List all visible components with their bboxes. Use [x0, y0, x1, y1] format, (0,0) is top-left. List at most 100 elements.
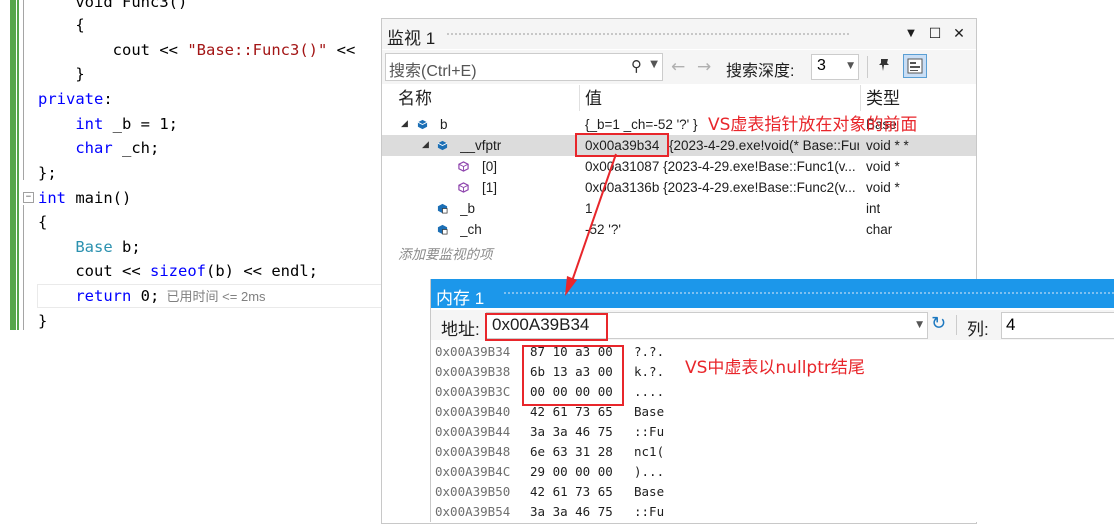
search-icon[interactable]: ⚲ — [631, 57, 642, 75]
chevron-down-icon[interactable]: ▼ — [916, 320, 923, 330]
memory-address: 0x00A39B34 — [435, 344, 511, 359]
code-token: Base — [75, 238, 113, 256]
code-token: return — [75, 287, 132, 305]
watch-titlebar[interactable]: 监视 1 ▼ ☐ ✕ — [382, 19, 976, 49]
memory-title: 内存 1 — [436, 289, 485, 308]
code-token: { — [75, 16, 85, 34]
code-line[interactable]: } — [38, 309, 47, 333]
column-divider[interactable] — [860, 85, 861, 111]
toolbar-divider — [867, 56, 868, 78]
memory-address: 0x00A39B4C — [435, 464, 511, 479]
code-token: void Func3() — [75, 0, 188, 11]
code-line[interactable]: { — [38, 13, 85, 37]
code-line[interactable]: Base b; — [38, 235, 140, 259]
column-header-name[interactable]: 名称 — [398, 87, 432, 111]
pin-icon[interactable] — [876, 57, 892, 77]
code-line[interactable]: } — [38, 62, 84, 86]
memory-address: 0x00A39B50 — [435, 484, 511, 499]
close-icon[interactable]: ✕ — [949, 24, 969, 44]
columns-input[interactable]: 4 — [1001, 312, 1114, 339]
fold-line-main — [23, 205, 24, 330]
address-label: 地址: — [441, 320, 480, 339]
code-token: 0; — [131, 287, 160, 305]
watch-row-member-b[interactable]: _b 1 int — [382, 198, 976, 219]
code-token: main() — [66, 189, 132, 207]
memory-address: 0x00A39B38 — [435, 364, 511, 379]
code-token: } — [38, 312, 48, 330]
memory-bytes: 3a 3a 46 75 — [530, 424, 613, 439]
code-line[interactable]: cout << "Base::Func3()" << — [38, 38, 356, 62]
memory-ascii: Base — [634, 484, 665, 499]
vfptr-annotation: VS虚表指针放在对象的前面 — [708, 115, 918, 135]
watch-row-vfptr[interactable]: ◢ __vfptr 0x00a39b34 {2023-4-29.exe!void… — [382, 135, 976, 156]
add-watch-input[interactable]: 添加要监视的项 — [398, 243, 493, 263]
annotation-arrow — [565, 153, 617, 296]
watch-titlebar-grip[interactable] — [446, 32, 851, 37]
code-line[interactable]: void Func3() — [38, 0, 187, 14]
maximize-icon[interactable]: ☐ — [925, 24, 945, 44]
watch-row-index-1[interactable]: [1] 0x00a3136b {2023-4-29.exe!Base::Func… — [382, 177, 976, 198]
code-line[interactable]: return 0; 已用时间 <= 2ms — [38, 284, 266, 308]
private-field-icon — [437, 203, 448, 214]
watch-value: 0x00a31087 {2023-4-29.exe!Base::Func1(v.… — [585, 159, 856, 174]
address-highlight — [485, 313, 608, 341]
code-line[interactable]: private: — [38, 87, 113, 111]
watch-toolbar: 搜索(Ctrl+E) ⚲ ▼ ← → 搜索深度: 3 ▼ — [382, 50, 976, 84]
object-icon — [437, 140, 448, 151]
memory-address: 0x00A39B3C — [435, 384, 511, 399]
search-forward-arrow-icon[interactable]: → — [697, 57, 711, 77]
memory-bytes: 3a 3a 46 75 — [530, 504, 613, 519]
code-line[interactable]: }; — [38, 161, 57, 185]
search-input[interactable]: 搜索(Ctrl+E) ⚲ ▼ — [385, 53, 663, 81]
watch-type: char — [866, 222, 893, 237]
code-token: 已用时间 <= 2ms — [159, 289, 266, 304]
chevron-down-icon: ▼ — [847, 61, 854, 71]
memory-ascii: ?.?. — [634, 344, 665, 359]
search-depth-label: 搜索深度: — [726, 63, 795, 80]
dropdown-arrow-icon[interactable]: ▼ — [901, 24, 921, 44]
watch-row-index-0[interactable]: [0] 0x00a31087 {2023-4-29.exe!Base::Func… — [382, 156, 976, 177]
column-divider[interactable] — [579, 85, 580, 111]
search-depth-select[interactable]: 3 ▼ — [811, 54, 859, 80]
columns-value: 4 — [1006, 315, 1016, 334]
column-header-value[interactable]: 值 — [585, 87, 602, 111]
code-token: cout — [112, 41, 160, 59]
code-token: _b = 1; — [103, 115, 178, 133]
code-token: char — [75, 139, 113, 157]
code-token: sizeof — [150, 262, 206, 280]
expanded-arrow-icon[interactable]: ◢ — [422, 135, 429, 156]
watch-value-detail: {2023-4-29.exe!void(* Base::Func1... — [669, 138, 859, 153]
column-header-type[interactable]: 类型 — [866, 87, 900, 111]
search-dropdown-icon[interactable]: ▼ — [650, 59, 658, 70]
code-line[interactable]: int main() — [38, 186, 131, 210]
code-line[interactable]: char _ch; — [38, 136, 159, 160]
code-line[interactable]: int _b = 1; — [38, 112, 178, 136]
watch-row-member-ch[interactable]: _ch -52 '?' char — [382, 219, 976, 240]
tab-view-icon[interactable] — [903, 54, 927, 78]
code-token: int — [38, 189, 66, 207]
collapse-main-icon[interactable]: − — [23, 192, 34, 203]
watch-name: _b — [460, 201, 476, 216]
search-back-arrow-icon[interactable]: ← — [671, 57, 685, 77]
code-line[interactable]: cout << sizeof(b) << endl; — [38, 259, 318, 283]
change-bar — [10, 0, 16, 330]
memory-titlebar[interactable]: 内存 1 — [431, 279, 1114, 308]
code-token: (b) << endl; — [206, 262, 318, 280]
refresh-icon[interactable]: ↻ — [931, 313, 946, 334]
fold-line-class — [23, 0, 24, 180]
memory-ascii: ::Fu — [634, 504, 665, 519]
code-line[interactable]: { — [38, 210, 47, 234]
memory-ascii: Base — [634, 404, 665, 419]
expanded-arrow-icon[interactable]: ◢ — [401, 114, 408, 135]
field-icon — [458, 161, 469, 172]
watch-type: void * * — [866, 138, 909, 153]
